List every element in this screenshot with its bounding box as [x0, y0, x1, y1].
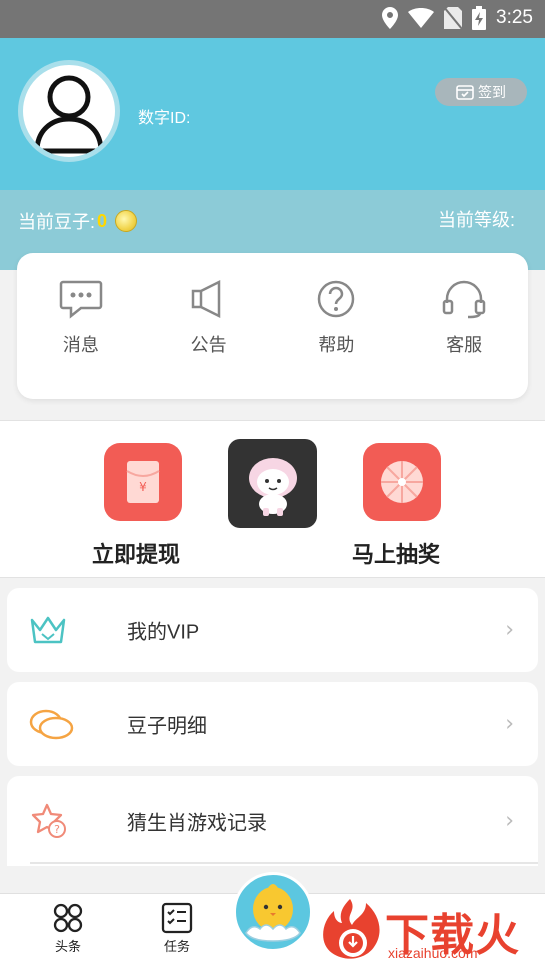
- coin-icon: [115, 210, 138, 232]
- calendar-icon: [456, 85, 474, 100]
- sheep-icon: [248, 457, 297, 516]
- menu-item-label: 豆子明细: [127, 715, 207, 738]
- status-time: 3:25: [496, 7, 533, 28]
- fire-logo-icon: [323, 899, 380, 959]
- withdraw-label: 立即提现: [92, 542, 181, 567]
- quick-link-label: 公告: [190, 335, 227, 355]
- quick-link-label: 帮助: [318, 335, 355, 355]
- chevron-right-icon: ›: [505, 711, 514, 737]
- menu-item-label: 我的VIP: [127, 621, 200, 644]
- svg-text:¥: ¥: [139, 480, 147, 494]
- beans-icon: [29, 709, 74, 740]
- menu-item-beans-detail[interactable]: 豆子明细 ›: [7, 682, 538, 766]
- beans-counter: 当前豆子: 0: [18, 208, 138, 234]
- message-icon: [59, 280, 103, 319]
- megaphone-icon: [191, 279, 220, 319]
- wifi-icon: [408, 8, 435, 28]
- watermark-url: xiazaihuo.com: [388, 945, 478, 961]
- quick-link-help[interactable]: 帮助: [273, 253, 401, 399]
- battery-charging-icon: [472, 6, 487, 30]
- digit-id-label: 数字ID:: [138, 110, 191, 127]
- divider: [30, 862, 538, 864]
- menu-item-vip[interactable]: 我的VIP ›: [7, 588, 538, 672]
- menu-item-label: 猜生肖游戏记录: [127, 812, 267, 835]
- level-label: 当前等级:: [437, 210, 515, 230]
- no-sim-icon: [444, 7, 463, 29]
- withdraw-button[interactable]: ¥: [104, 443, 182, 521]
- status-bar: 3:25: [0, 0, 545, 38]
- quick-link-label: 客服: [446, 335, 483, 355]
- lottery-button[interactable]: [363, 443, 441, 521]
- quick-link-messages[interactable]: 消息: [17, 253, 145, 399]
- lottery-wheel-icon: [381, 461, 423, 503]
- location-icon: [382, 7, 399, 29]
- beans-label: 当前豆子:: [18, 212, 96, 232]
- chevron-right-icon: ›: [505, 808, 514, 834]
- tab-headlines[interactable]: 头条: [36, 902, 100, 955]
- tab-label: 任务: [163, 939, 190, 954]
- tab-label: 头条: [54, 939, 81, 954]
- watermark: 下载火 xiazaihuo.com: [320, 893, 545, 968]
- chick-mascot-icon: [245, 884, 301, 942]
- quick-links-card: 消息 公告 帮助 客服: [17, 253, 528, 399]
- lottery-label: 马上抽奖: [352, 542, 441, 567]
- red-envelope-icon: ¥: [126, 461, 160, 503]
- chevron-right-icon: ›: [505, 617, 514, 643]
- quick-link-customer-service[interactable]: 客服: [400, 253, 528, 399]
- tab-tasks[interactable]: 任务: [145, 902, 209, 955]
- mascot-center-button[interactable]: [233, 872, 313, 952]
- mascot-sheep-button[interactable]: [228, 439, 317, 528]
- help-icon: [318, 280, 355, 318]
- avatar[interactable]: [18, 60, 120, 162]
- quick-link-label: 消息: [62, 335, 99, 355]
- beans-value: 0: [97, 210, 108, 231]
- svg-text:?: ?: [54, 823, 60, 836]
- headset-icon: [442, 280, 486, 319]
- menu-item-zodiac-game-records[interactable]: ? 猜生肖游戏记录 ›: [7, 776, 538, 866]
- grid-icon: [53, 903, 83, 933]
- star-question-icon: ?: [31, 803, 66, 838]
- profile-header: 数字ID: 签到: [0, 38, 545, 190]
- actions-section: ¥ 立即提现 马上抽奖: [0, 420, 545, 578]
- checklist-icon: [161, 902, 193, 934]
- user-avatar-icon: [34, 75, 104, 154]
- quick-link-announcements[interactable]: 公告: [145, 253, 273, 399]
- signin-label: 签到: [478, 84, 506, 100]
- crown-icon: [30, 616, 66, 644]
- signin-button[interactable]: 签到: [435, 78, 527, 106]
